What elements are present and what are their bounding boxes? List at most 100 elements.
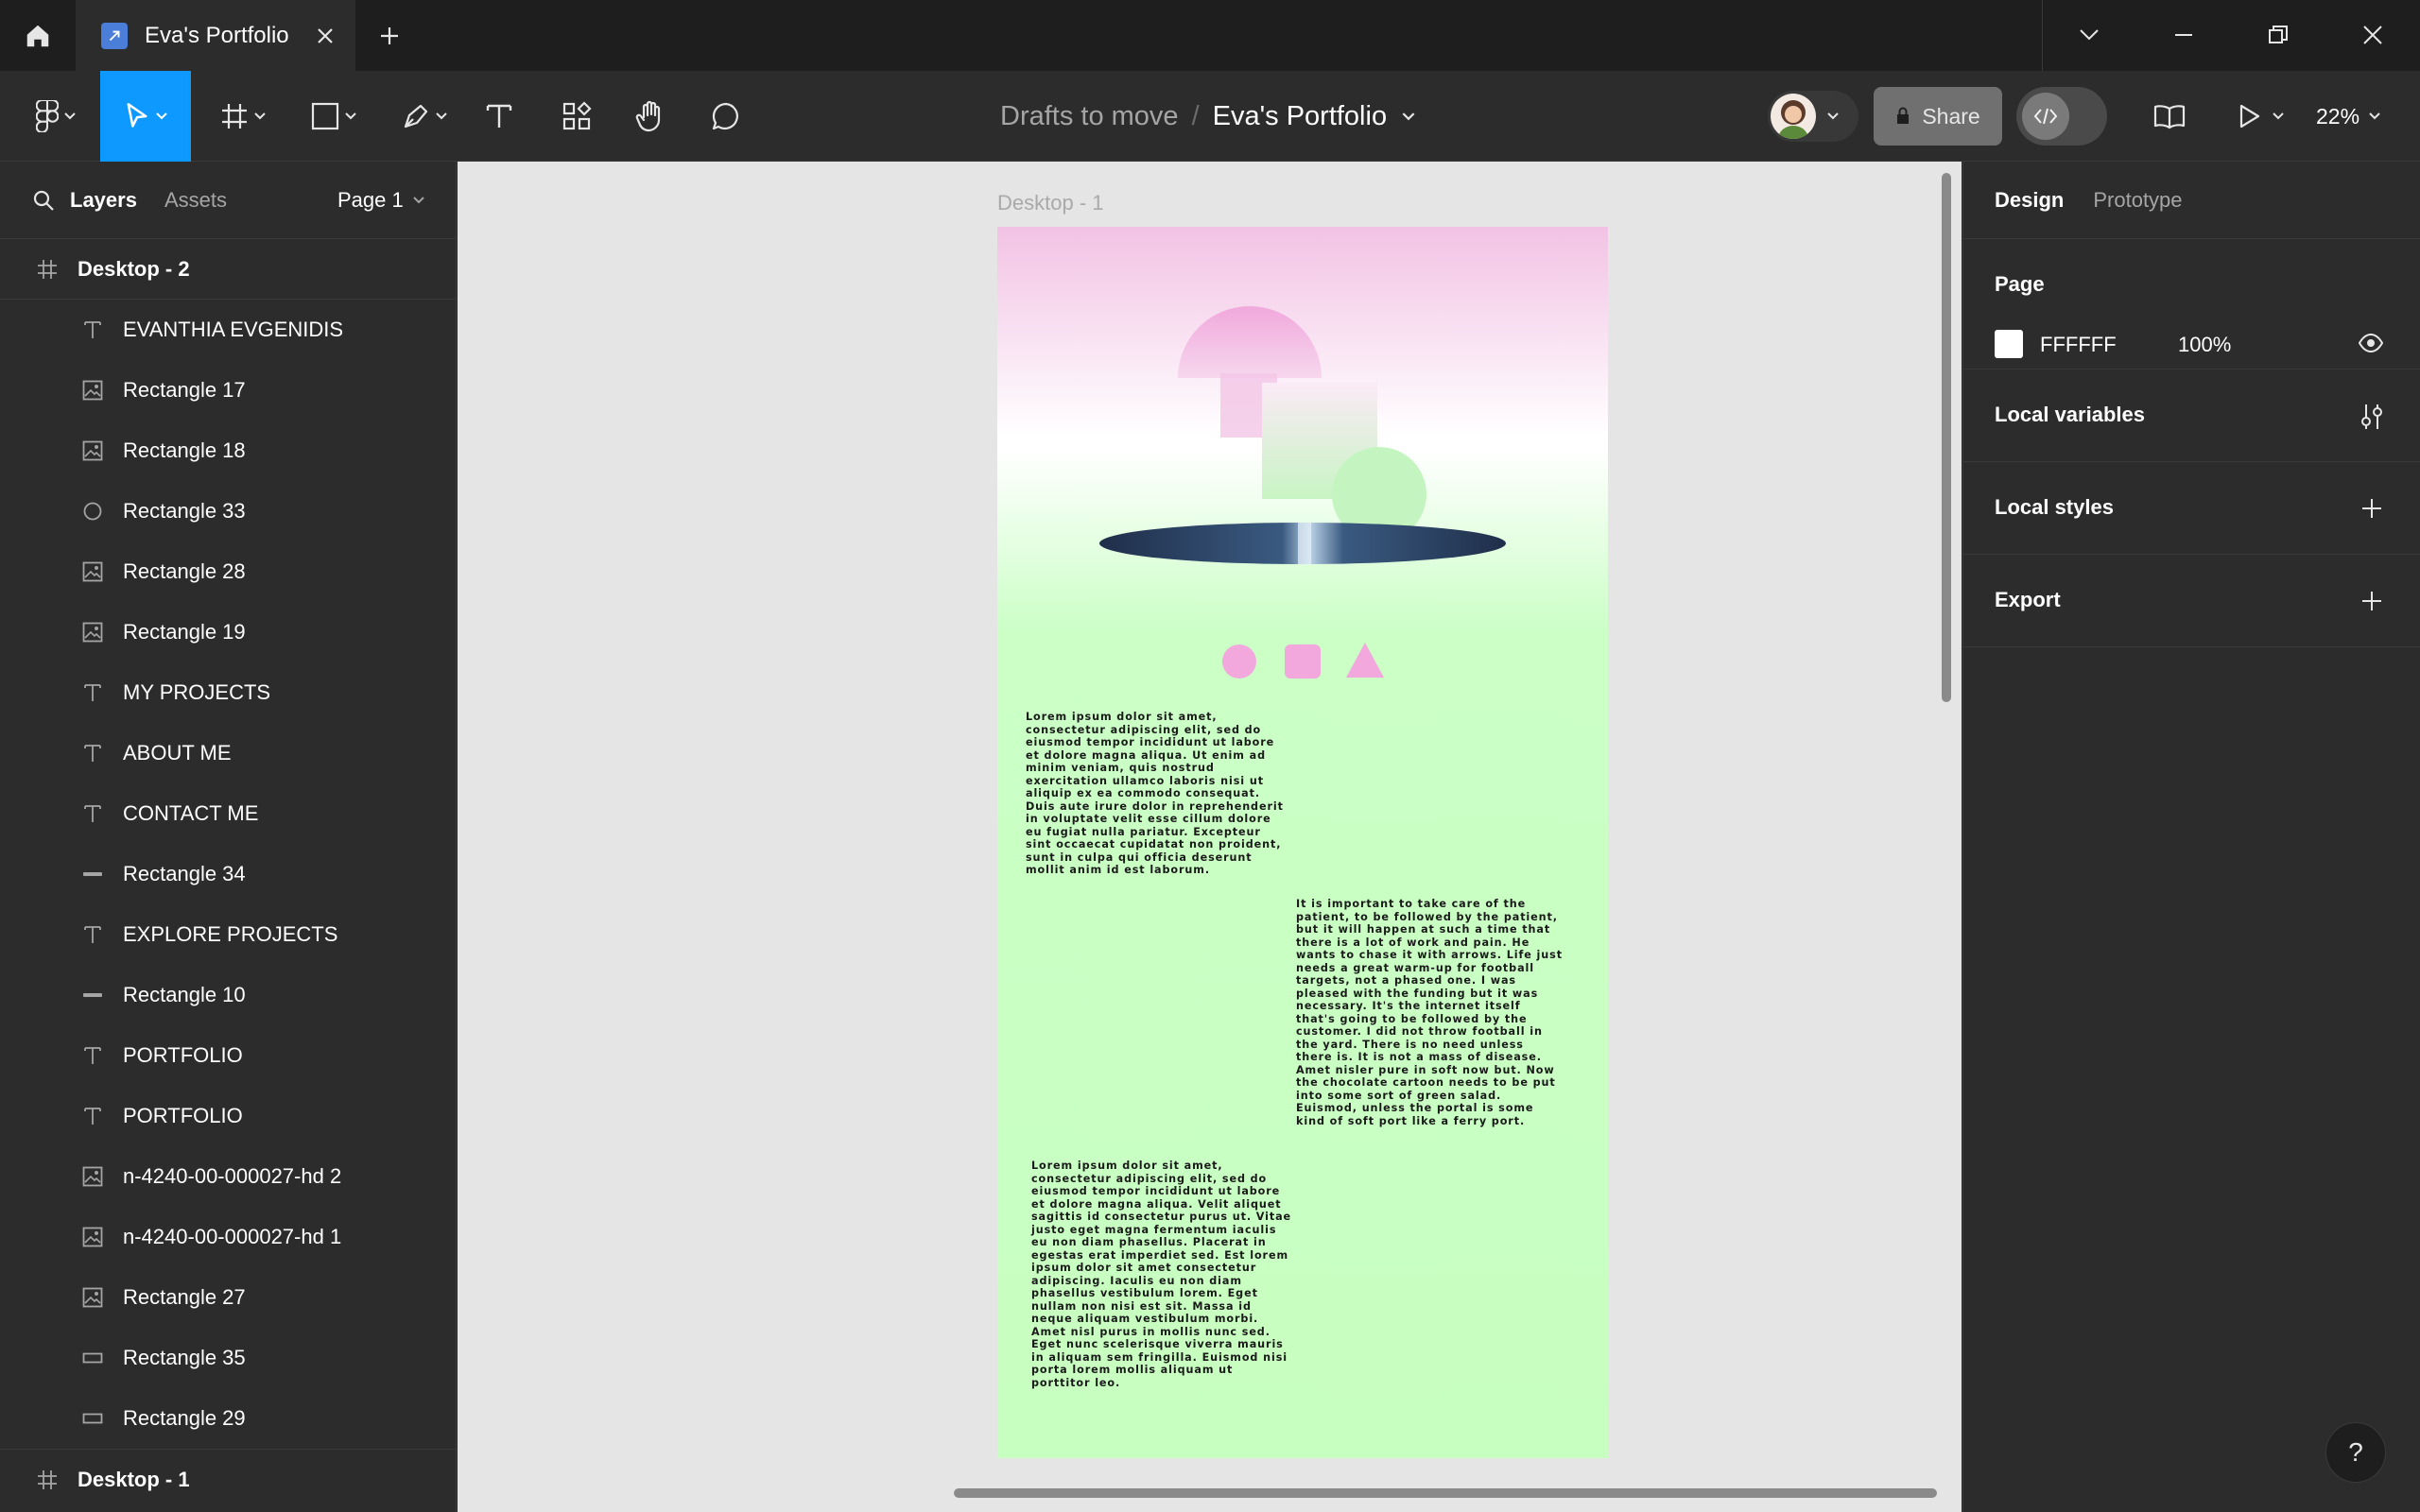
tab-design[interactable]: Design — [1995, 188, 2064, 213]
frame-label[interactable]: Desktop - 1 — [997, 191, 1104, 215]
body-text-1[interactable]: Lorem ipsum dolor sit amet, consectetur … — [1026, 711, 1290, 877]
layer-row[interactable]: Rectangle 35 — [0, 1328, 456, 1388]
window-controls-divider — [2042, 0, 2043, 71]
minimize-button[interactable] — [2165, 16, 2203, 54]
design-canvas[interactable]: Desktop - 1 Lorem ipsum dolor sit amet, … — [458, 162, 1962, 1512]
layer-row[interactable]: MY PROJECTS — [0, 662, 456, 723]
breadcrumb-file-name[interactable]: Eva's Portfolio — [1213, 101, 1387, 132]
desktop-frame[interactable]: Lorem ipsum dolor sit amet, consectetur … — [997, 227, 1608, 1458]
pink-square-icon — [1285, 644, 1321, 679]
layer-row[interactable]: Rectangle 19 — [0, 602, 456, 662]
layer-name: MY PROJECTS — [123, 680, 271, 704]
chevron-down-icon — [2369, 112, 2380, 120]
layers-panel-header: Layers Assets Page 1 — [0, 162, 456, 239]
page-color-swatch[interactable] — [1995, 330, 2023, 358]
properties-panel: Design Prototype Page FFFFFF 100% Local … — [1962, 162, 2420, 1512]
zoom-menu[interactable]: 22% — [2316, 71, 2380, 162]
text-icon — [79, 1103, 106, 1129]
text-tool-button[interactable] — [478, 71, 520, 162]
page-color-hex[interactable]: FFFFFF — [2040, 333, 2117, 357]
home-button[interactable] — [0, 0, 76, 71]
local-styles-section[interactable]: Local styles — [1963, 462, 2420, 555]
move-tool-button[interactable] — [100, 71, 191, 162]
page-opacity[interactable]: 100% — [2178, 333, 2231, 357]
layer-name: EVANTHIA EVGENIDIS — [123, 318, 344, 341]
vertical-scrollbar[interactable] — [1942, 173, 1951, 702]
layers-panel: Layers Assets Page 1 Desktop - 2 EVANTHIA… — [0, 162, 457, 1512]
pen-tool-button[interactable] — [389, 71, 459, 162]
hand-tool-button[interactable] — [628, 71, 673, 162]
restore-button[interactable] — [2259, 16, 2297, 54]
layer-name: Rectangle 35 — [123, 1346, 246, 1369]
export-title: Export — [1995, 588, 2061, 611]
layer-row[interactable]: ABOUT ME — [0, 723, 456, 783]
search-icon[interactable] — [32, 189, 55, 212]
layer-row[interactable]: Rectangle 34 — [0, 844, 456, 904]
plus-icon[interactable] — [2361, 498, 2382, 519]
close-window-button[interactable] — [2354, 16, 2392, 54]
dev-mode-knob — [2022, 93, 2069, 140]
tab-prototype[interactable]: Prototype — [2093, 188, 2182, 213]
layer-row[interactable]: Rectangle 10 — [0, 965, 456, 1025]
ellipse-icon — [79, 498, 106, 524]
tab-assets[interactable]: Assets — [164, 188, 227, 213]
eye-icon[interactable] — [2359, 334, 2383, 352]
layer-list: Desktop - 2 EVANTHIA EVGENIDIS Rectangle 1… — [0, 239, 456, 1509]
breadcrumb-folder[interactable]: Drafts to move — [1000, 101, 1179, 132]
properties-tabs: Design Prototype — [1963, 162, 2420, 239]
layer-frame-row[interactable]: Desktop - 2 — [0, 239, 456, 300]
comment-tool-button[interactable] — [703, 71, 749, 162]
layer-row[interactable]: EVANTHIA EVGENIDIS — [0, 300, 456, 360]
multiplayer-avatars[interactable] — [1768, 91, 1858, 142]
variables-icon[interactable] — [2360, 403, 2383, 431]
file-tab[interactable]: Eva's Portfolio — [76, 0, 355, 71]
layer-row[interactable]: Rectangle 29 — [0, 1388, 456, 1449]
text-icon — [79, 740, 106, 766]
resources-tool-button[interactable] — [554, 71, 599, 162]
breadcrumb-separator: / — [1191, 100, 1200, 131]
chevron-down-icon — [436, 112, 447, 120]
shape-tool-button[interactable] — [299, 71, 369, 162]
layer-row[interactable]: Rectangle 27 — [0, 1267, 456, 1328]
chevron-down-icon[interactable] — [1402, 112, 1415, 121]
code-icon — [2033, 108, 2058, 125]
new-tab-button[interactable] — [371, 17, 408, 55]
layer-row[interactable]: PORTFOLIO — [0, 1086, 456, 1146]
text-icon — [79, 1042, 106, 1069]
layer-frame-row[interactable]: Desktop - 1 — [0, 1449, 456, 1509]
image-icon — [79, 558, 106, 585]
layer-row[interactable]: n-4240-00-000027-hd 2 — [0, 1146, 456, 1207]
page-selector[interactable]: Page 1 — [337, 188, 424, 213]
body-text-2[interactable]: It is important to take care of the pati… — [1296, 898, 1563, 1127]
tab-list-button[interactable] — [2070, 16, 2108, 54]
layer-row[interactable]: Rectangle 33 — [0, 481, 456, 541]
present-button[interactable] — [2228, 71, 2294, 162]
layer-row[interactable]: Rectangle 28 — [0, 541, 456, 602]
frame-tool-button[interactable] — [208, 71, 278, 162]
library-button[interactable] — [2146, 71, 2193, 162]
horizontal-scrollbar[interactable] — [954, 1488, 1937, 1498]
browser-tab-bar: Eva's Portfolio — [0, 0, 2420, 71]
frame-icon — [222, 104, 247, 129]
help-button[interactable]: ? — [2325, 1422, 2386, 1483]
pink-triangle-icon — [1346, 643, 1384, 678]
share-button[interactable]: Share — [1874, 87, 2002, 146]
layer-row[interactable]: PORTFOLIO — [0, 1025, 456, 1086]
close-tab-button[interactable] — [306, 27, 344, 44]
layer-row[interactable]: CONTACT ME — [0, 783, 456, 844]
layer-row[interactable]: EXPLORE PROJECTS — [0, 904, 456, 965]
main-menu-button[interactable] — [13, 71, 98, 162]
tab-layers[interactable]: Layers — [70, 188, 137, 213]
export-section[interactable]: Export — [1963, 555, 2420, 647]
image-icon — [79, 1224, 106, 1250]
layer-row[interactable]: n-4240-00-000027-hd 1 — [0, 1207, 456, 1267]
plus-icon[interactable] — [2361, 591, 2382, 611]
layer-row[interactable]: Rectangle 18 — [0, 421, 456, 481]
layer-row[interactable]: Rectangle 17 — [0, 360, 456, 421]
lock-icon — [1897, 107, 1910, 124]
dev-mode-toggle[interactable] — [2016, 87, 2107, 146]
close-icon — [318, 27, 333, 43]
local-variables-section[interactable]: Local variables — [1963, 369, 2420, 462]
body-text-3[interactable]: Lorem ipsum dolor sit amet, consectetur … — [1031, 1160, 1296, 1389]
image-icon — [79, 1163, 106, 1190]
